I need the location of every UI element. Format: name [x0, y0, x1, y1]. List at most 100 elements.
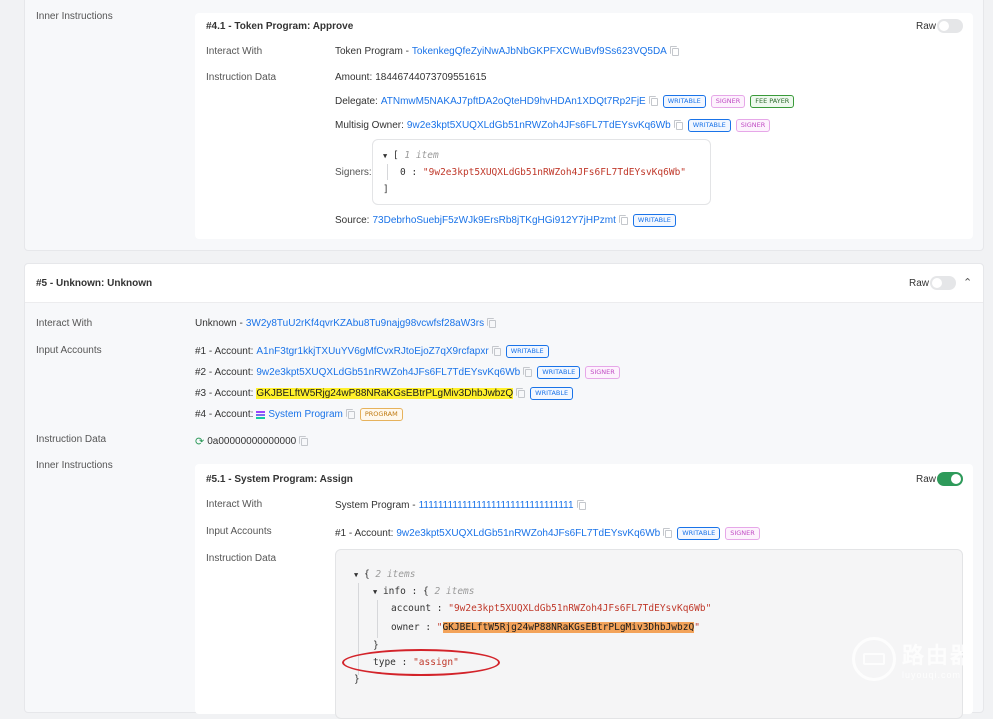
delegate-address-link[interactable]: ATNmwM5NAKAJ7pftDA2oQteHD9hvHDAn1XDQt7Rp…: [381, 96, 646, 107]
copy-icon[interactable]: [523, 366, 533, 377]
json-root-count: 2 items: [375, 569, 416, 580]
solana-logo-icon: [256, 410, 266, 419]
json-info-count: 2 items: [434, 586, 475, 597]
json-account-row: account : "9w2e3kpt5XUQXLdGb51nRWZoh4JFs…: [391, 603, 712, 614]
account-address-link[interactable]: 9w2e3kpt5XUQXLdGb51nRWZoh4JFs6FL7TdEYsvK…: [256, 367, 520, 378]
account-address-link-highlighted[interactable]: GKJBELftW5Rjg24wP88NRaKGsEBtrPLgMiv3DhbJ…: [256, 388, 514, 399]
instruction-5-title: #5 - Unknown: Unknown: [36, 278, 153, 289]
card-title: #4.1 - Token Program: Approve: [206, 21, 354, 32]
copy-icon[interactable]: [648, 95, 658, 106]
raw-label: Raw: [909, 278, 930, 289]
json-owner-value-highlighted: GKJBELftW5Rjg24wP88NRaKGsEBtrPLgMiv3DhbJ…: [442, 622, 695, 633]
amount-label: Amount:: [335, 72, 373, 83]
instruction-data-label: Instruction Data: [206, 553, 277, 564]
interact-with-value: Unknown - 3W2y8TuU2rKf4qvrKZAbu8Tu9najg9…: [195, 317, 497, 329]
raw-label: Raw: [916, 474, 937, 485]
signers-index: 0: [400, 167, 406, 178]
account-prefix: #4 - Account:: [195, 409, 254, 420]
raw-toggle[interactable]: [937, 472, 963, 486]
account-row-4: #4 - Account: System Program PROGRAM: [195, 408, 403, 421]
input-accounts-label: Input Accounts: [36, 345, 102, 356]
signer-badge: SIGNER: [735, 119, 771, 132]
json-account-value: "9w2e3kpt5XUQXLdGb51nRWZoh4JFs6FL7TdEYsv…: [448, 603, 712, 614]
copy-icon[interactable]: [516, 387, 526, 398]
account-row-2: #2 - Account: 9w2e3kpt5XUQXLdGb51nRWZoh4…: [195, 366, 620, 379]
instruction-5-panel: #5 - Unknown: Unknown Raw ⌃ Interact Wit…: [24, 263, 984, 719]
inner-account-row: #1 - Account: 9w2e3kpt5XUQXLdGb51nRWZoh4…: [335, 527, 760, 540]
watermark-domain: luyouqi.com: [902, 670, 962, 680]
signers-array-close: ]: [383, 184, 389, 195]
writable-badge: WRITABLE: [505, 345, 549, 358]
writable-badge: WRITABLE: [632, 214, 676, 227]
watermark-brand: 路由器: [902, 644, 975, 669]
multisig-address-link[interactable]: 9w2e3kpt5XUQXLdGb51nRWZoh4JFs6FL7TdEYsvK…: [407, 120, 671, 131]
account-prefix: #3 - Account:: [195, 388, 254, 399]
program-address-link[interactable]: 3W2y8TuU2rKf4qvrKZAbu8Tu9najg98vcwfsf28a…: [246, 318, 484, 329]
instruction-5-header: #5 - Unknown: Unknown Raw ⌃: [25, 264, 983, 303]
copy-icon[interactable]: [345, 408, 355, 419]
program-address-link[interactable]: 11111111111111111111111111111111: [419, 500, 574, 511]
instruction-data-label: Instruction Data: [206, 72, 277, 83]
copy-icon[interactable]: [673, 119, 683, 130]
copy-icon[interactable]: [669, 45, 679, 56]
caret-down-icon[interactable]: ▼: [373, 588, 377, 596]
inner-instructions-label: Inner Instructions: [36, 11, 113, 22]
json-info-open: ▼ info : { 2 items: [373, 586, 475, 597]
account-prefix: #1 - Account:: [335, 528, 394, 539]
account-prefix: #1 - Account:: [195, 346, 254, 357]
tree-guide: [377, 600, 378, 638]
account-address-link[interactable]: System Program: [268, 409, 342, 420]
delegate-row: Delegate: ATNmwM5NAKAJ7pftDA2oQteHD9hvHD…: [335, 95, 795, 108]
writable-badge: WRITABLE: [530, 387, 574, 400]
signers-item-0: 0 : "9w2e3kpt5XUQXLdGb51nRWZoh4JFs6FL7Td…: [400, 167, 687, 178]
account-prefix: #2 - Account:: [195, 367, 254, 378]
chevron-up-icon[interactable]: ⌃: [963, 276, 972, 289]
copy-icon[interactable]: [618, 214, 628, 225]
delegate-label: Delegate:: [335, 96, 378, 107]
instruction-data-value: ⟳ 0a00000000000000: [195, 435, 309, 448]
writable-badge: WRITABLE: [662, 95, 706, 108]
instruction-data-hex: 0a00000000000000: [207, 436, 297, 447]
caret-down-icon[interactable]: ▼: [383, 152, 387, 160]
refresh-icon[interactable]: ⟳: [195, 435, 204, 448]
copy-icon[interactable]: [663, 527, 673, 538]
amount-row: Amount: 18446744073709551615: [335, 72, 486, 83]
source-address-link[interactable]: 73DebrhoSuebjF5zWJk9ErsRb8jTKgHGi912Y7jH…: [372, 215, 615, 226]
raw-toggle[interactable]: [930, 276, 956, 290]
instruction-data-label: Instruction Data: [36, 434, 107, 445]
copy-icon[interactable]: [491, 345, 501, 356]
watermark: 路由器 luyouqi.com: [852, 634, 990, 684]
signers-count: 1 item: [404, 150, 439, 161]
copy-icon[interactable]: [487, 317, 497, 328]
interact-with-value: System Program - 11111111111111111111111…: [335, 499, 586, 511]
account-address-link[interactable]: 9w2e3kpt5XUQXLdGb51nRWZoh4JFs6FL7TdEYsvK…: [396, 528, 660, 539]
inner-instructions-label: Inner Instructions: [36, 460, 113, 471]
interact-with-label: Interact With: [206, 46, 263, 57]
signers-array-open: ▼ [ 1 item: [383, 150, 439, 161]
copy-icon[interactable]: [576, 499, 586, 510]
account-row-3: #3 - Account: GKJBELftW5Rjg24wP88NRaKGsE…: [195, 387, 574, 400]
json-root-open: ▼ { 2 items: [354, 569, 416, 580]
writable-badge: WRITABLE: [677, 527, 721, 540]
interact-with-value: Token Program - TokenkegQfeZyiNwAJbNbGKP…: [335, 45, 679, 57]
raw-toggle[interactable]: [937, 19, 963, 33]
signer-badge: SIGNER: [585, 366, 620, 379]
json-root-close: }: [354, 674, 360, 685]
annotation-ellipse: [342, 649, 500, 676]
json-info-close: }: [373, 640, 379, 651]
signer-badge: SIGNER: [710, 95, 746, 108]
multisig-label: Multisig Owner:: [335, 120, 404, 131]
account-row-1: #1 - Account: A1nF3tgr1kkjTXUuYV6gMfCvxR…: [195, 345, 549, 358]
tree-guide: [387, 164, 388, 180]
caret-down-icon[interactable]: ▼: [354, 571, 358, 579]
amount-value: 18446744073709551615: [375, 72, 487, 83]
account-address-link[interactable]: A1nF3tgr1kkjTXUuYV6gMfCvxRJtoEjoZ7qX9rcf…: [256, 346, 488, 357]
program-badge: PROGRAM: [359, 408, 403, 421]
copy-icon[interactable]: [299, 435, 309, 446]
instruction-4-panel: Inner Instructions #4.1 - Token Program:…: [24, 0, 984, 251]
card-title: #5.1 - System Program: Assign: [206, 474, 353, 485]
signers-label: Signers:: [335, 167, 372, 178]
json-info-key: info: [382, 586, 406, 597]
fee-payer-badge: FEE PAYER: [750, 95, 795, 108]
program-address-link[interactable]: TokenkegQfeZyiNwAJbNbGKPFXCWuBvf9Ss623VQ…: [412, 46, 667, 57]
